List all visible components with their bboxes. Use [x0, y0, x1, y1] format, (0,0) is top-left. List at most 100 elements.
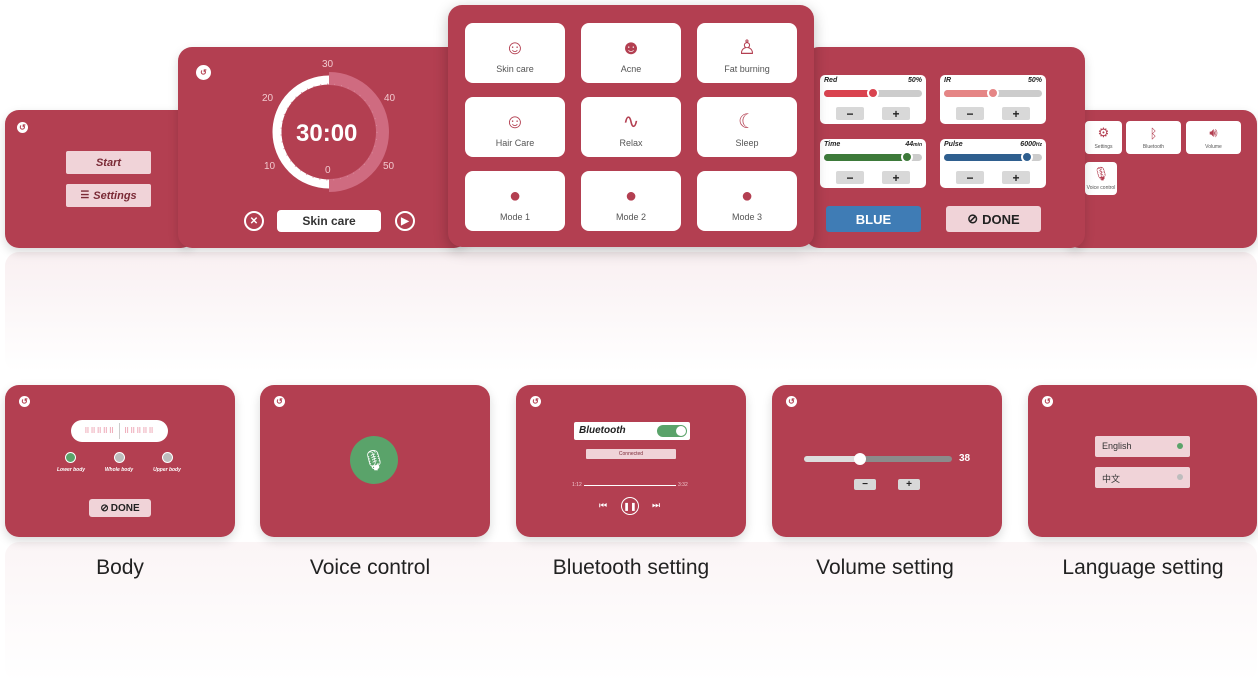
- slider-track[interactable]: [944, 87, 1042, 99]
- unselected-dot: [1177, 474, 1183, 480]
- mode-label: Relax: [619, 138, 643, 148]
- fat-burning-icon: ♙: [738, 37, 756, 59]
- next-icon[interactable]: ⏭: [652, 500, 660, 511]
- volume-track[interactable]: [804, 453, 952, 465]
- minus-button[interactable]: −: [836, 171, 864, 184]
- bluetooth-toggle[interactable]: [657, 425, 687, 437]
- mode-select-screen: ☺ Skin care ☻ Acne ♙ Fat burning ☺ Hair …: [448, 5, 814, 247]
- plus-button[interactable]: +: [1002, 107, 1030, 120]
- back-icon[interactable]: ↺: [17, 122, 28, 133]
- volume-screen: ↺ 38 − +: [772, 385, 1002, 537]
- connection-status: Connected: [586, 449, 676, 459]
- back-icon[interactable]: ↺: [530, 396, 541, 407]
- minus-button[interactable]: −: [956, 107, 984, 120]
- progress-track[interactable]: [584, 485, 676, 486]
- voice-control-tile[interactable]: 🎙︎ Voice control: [1085, 162, 1117, 195]
- mode-tile[interactable]: ☺ Hair Care: [465, 97, 565, 157]
- gear-icon: ⚙: [1097, 125, 1110, 140]
- slider-track[interactable]: [824, 87, 922, 99]
- plus-button[interactable]: +: [882, 107, 910, 120]
- done-button[interactable]: ⊘ DONE: [89, 499, 151, 517]
- volume-icon: 🔊︎: [1209, 125, 1218, 140]
- bluetooth-tile-label: Bluetooth: [1142, 143, 1165, 150]
- play-button[interactable]: ▶: [395, 211, 415, 231]
- hair-care-icon: ☺: [504, 111, 526, 133]
- bluetooth-icon: ᛒ: [1149, 125, 1158, 141]
- back-icon[interactable]: ↺: [196, 65, 211, 80]
- body-option-label: Whole body: [104, 467, 134, 473]
- dial-number: 50: [383, 161, 395, 172]
- microphone-icon: 🎙︎: [1092, 166, 1110, 181]
- volume-fill: [804, 456, 861, 462]
- settings-button[interactable]: ☰ Settings: [66, 184, 151, 207]
- mode-tile[interactable]: ☾ Sleep: [697, 97, 797, 157]
- settings-screen: ⚙ Settings ᛒ Bluetooth 🔊︎ Volume 🎙︎ Voic…: [1065, 110, 1257, 248]
- settings-tile[interactable]: ⚙ Settings: [1085, 121, 1122, 154]
- slider-card: Time 44min − +: [820, 139, 926, 188]
- slider-value: 44min: [905, 141, 922, 148]
- cancel-button[interactable]: ✕: [244, 211, 264, 231]
- relax-icon: ∿: [622, 111, 640, 133]
- start-button[interactable]: Start: [66, 151, 151, 174]
- color-button[interactable]: BLUE: [826, 206, 921, 232]
- minus-button[interactable]: −: [836, 107, 864, 120]
- microphone-button[interactable]: 🎙︎: [350, 436, 398, 484]
- caption-voice-control: Voice control: [309, 556, 431, 579]
- timer-screen: ↺ 30 40 50 0 10 20 30:00 ✕ Skin care ▶: [178, 47, 468, 248]
- slider-track[interactable]: [944, 151, 1042, 163]
- back-icon[interactable]: ↺: [19, 396, 30, 407]
- body-pad-graphic: ⠿⠿⠿⠿⠿ ⠿⠿⠿⠿⠿: [71, 420, 168, 442]
- plus-button[interactable]: +: [1002, 171, 1030, 184]
- dial-number: 10: [264, 161, 276, 172]
- body-option-radio[interactable]: [114, 452, 125, 463]
- mode-tile[interactable]: ● Mode 2: [581, 171, 681, 231]
- mode-tile[interactable]: ♙ Fat burning: [697, 23, 797, 83]
- volume-tile[interactable]: 🔊︎ Volume: [1186, 121, 1241, 154]
- mode-tile[interactable]: ● Mode 1: [465, 171, 565, 231]
- caption-bluetooth-setting: Bluetooth setting: [552, 556, 710, 579]
- volume-minus-button[interactable]: −: [854, 479, 876, 490]
- back-icon[interactable]: ↺: [274, 396, 285, 407]
- voice-control-tile-label: Voice control: [1086, 185, 1116, 191]
- slider-card: Pulse 6000Hz − +: [940, 139, 1046, 188]
- done-button[interactable]: ⊘ DONE: [946, 206, 1041, 232]
- back-icon[interactable]: ↺: [1042, 396, 1053, 407]
- volume-knob[interactable]: [854, 453, 867, 465]
- main-menu-screen: ↺ Start ☰ Settings: [5, 110, 195, 248]
- body-option-radio[interactable]: [162, 452, 173, 463]
- language-screen: ↺ English 中文: [1028, 385, 1257, 537]
- previous-icon[interactable]: ⏮: [599, 500, 607, 511]
- language-option[interactable]: English: [1095, 436, 1190, 457]
- slider-name: Time: [824, 141, 841, 148]
- microphone-icon: 🎙︎: [361, 449, 387, 472]
- slider-track[interactable]: [824, 151, 922, 163]
- slider-name: Pulse: [944, 141, 963, 148]
- settings-tile-label: Settings: [1094, 144, 1113, 150]
- sliders-icon: ☰: [80, 190, 90, 201]
- done-label: DONE: [982, 211, 1020, 227]
- sleep-icon: ☾: [738, 111, 756, 133]
- slider-value: 6000Hz: [1020, 141, 1042, 148]
- mode-tile[interactable]: ☻ Acne: [581, 23, 681, 83]
- mode-tile[interactable]: ● Mode 3: [697, 171, 797, 231]
- slider-value: 50%: [907, 77, 922, 84]
- caption-volume-setting: Volume setting: [816, 556, 954, 579]
- body-option-radio[interactable]: [65, 452, 76, 463]
- minus-button[interactable]: −: [956, 171, 984, 184]
- voice-control-screen: ↺ 🎙︎: [260, 385, 490, 537]
- pause-button[interactable]: ❚❚: [621, 497, 639, 515]
- plus-button[interactable]: +: [882, 171, 910, 184]
- caption-language-setting: Language setting: [1062, 556, 1224, 579]
- mode-label: Sleep: [735, 138, 759, 148]
- dial-number: 40: [384, 93, 396, 104]
- mode-tile[interactable]: ∿ Relax: [581, 97, 681, 157]
- back-icon[interactable]: ↺: [786, 396, 797, 407]
- slider-card: Red 50% − +: [820, 75, 926, 124]
- mode-tile[interactable]: ☺ Skin care: [465, 23, 565, 83]
- volume-tile-label: Volume: [1205, 144, 1222, 150]
- selected-dot: [1177, 443, 1183, 449]
- bluetooth-tile[interactable]: ᛒ Bluetooth: [1126, 121, 1181, 154]
- volume-plus-button[interactable]: +: [898, 479, 920, 490]
- language-option[interactable]: 中文: [1095, 467, 1190, 488]
- body-option-label: Lower body: [56, 467, 86, 473]
